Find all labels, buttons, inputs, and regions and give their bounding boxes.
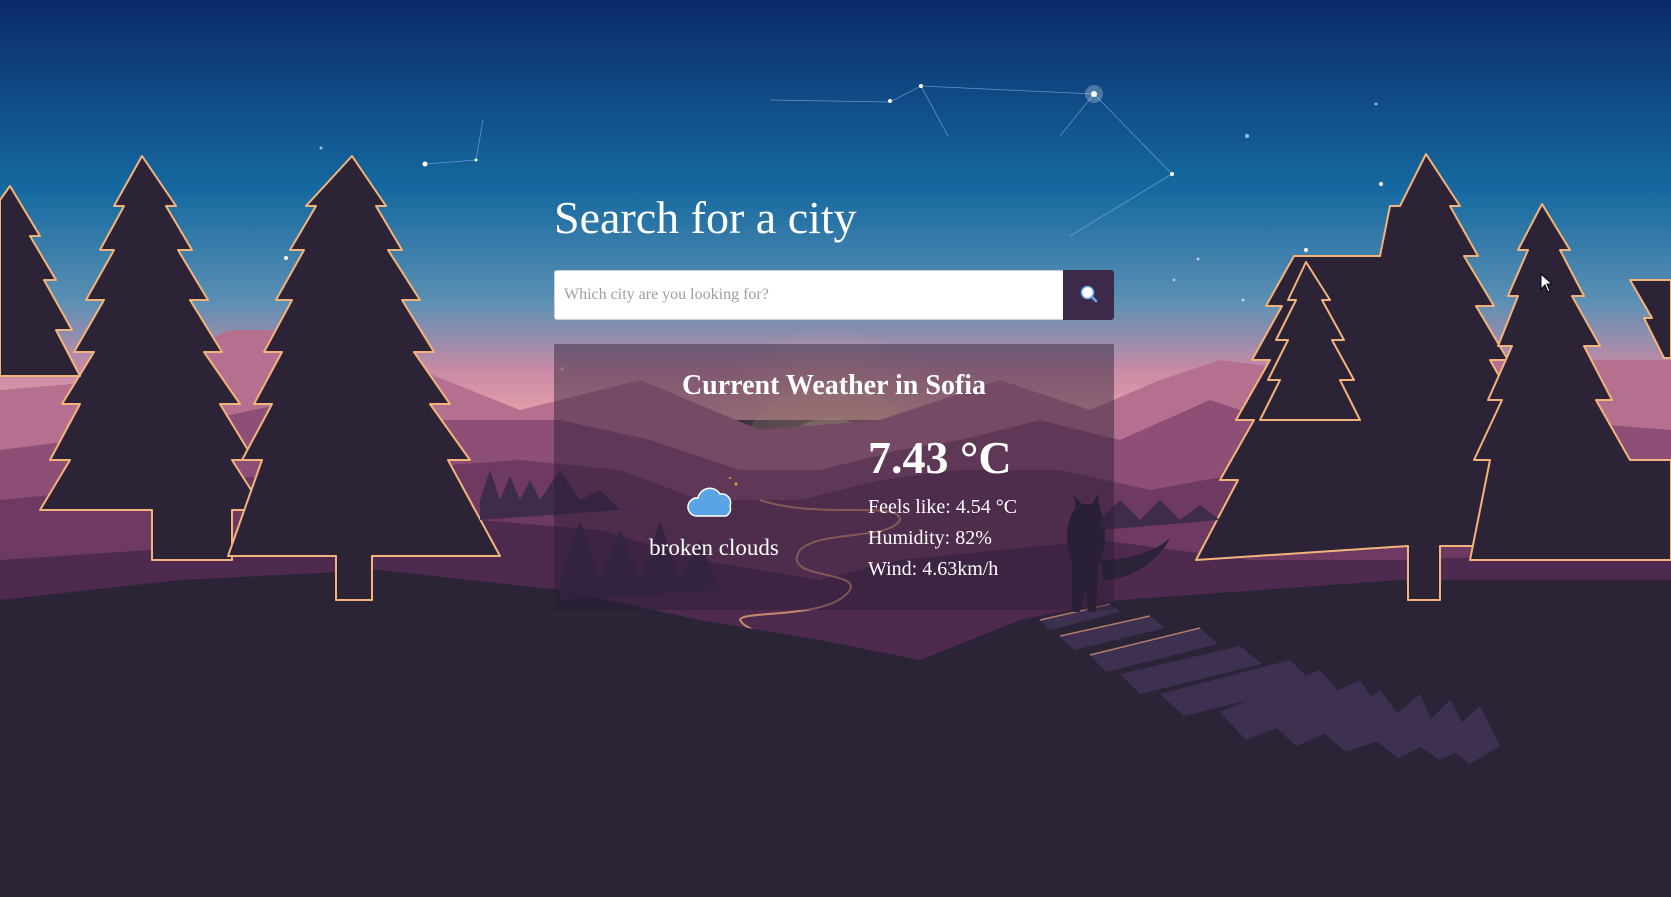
search-bar <box>554 270 1114 320</box>
weather-heading: Current Weather in Sofia <box>681 370 987 401</box>
humidity: Humidity: 82% <box>868 527 992 549</box>
city-search-input[interactable] <box>554 270 1063 320</box>
page-title: Search for a city <box>554 192 857 243</box>
wind: Wind: 4.63km/h <box>868 558 999 580</box>
mouse-cursor-icon <box>1540 272 1554 298</box>
weather-condition: broken clouds <box>649 535 779 560</box>
temperature: 7.43 °C <box>868 432 1012 483</box>
condition-block: broken clouds <box>644 476 784 561</box>
weather-card: Current Weather in Sofia broken clouds 7… <box>554 344 1114 610</box>
temperature-block: 7.43 °C Feels like: 4.54 °C Humidity: 82… <box>868 428 1017 585</box>
feels-like: Feels like: 4.54 °C <box>868 496 1018 518</box>
search-button[interactable] <box>1063 270 1114 320</box>
search-icon <box>1079 284 1099 307</box>
main-content: Search for a city Current Weather in Sof… <box>554 186 1114 610</box>
broken-clouds-night-icon <box>644 476 784 525</box>
